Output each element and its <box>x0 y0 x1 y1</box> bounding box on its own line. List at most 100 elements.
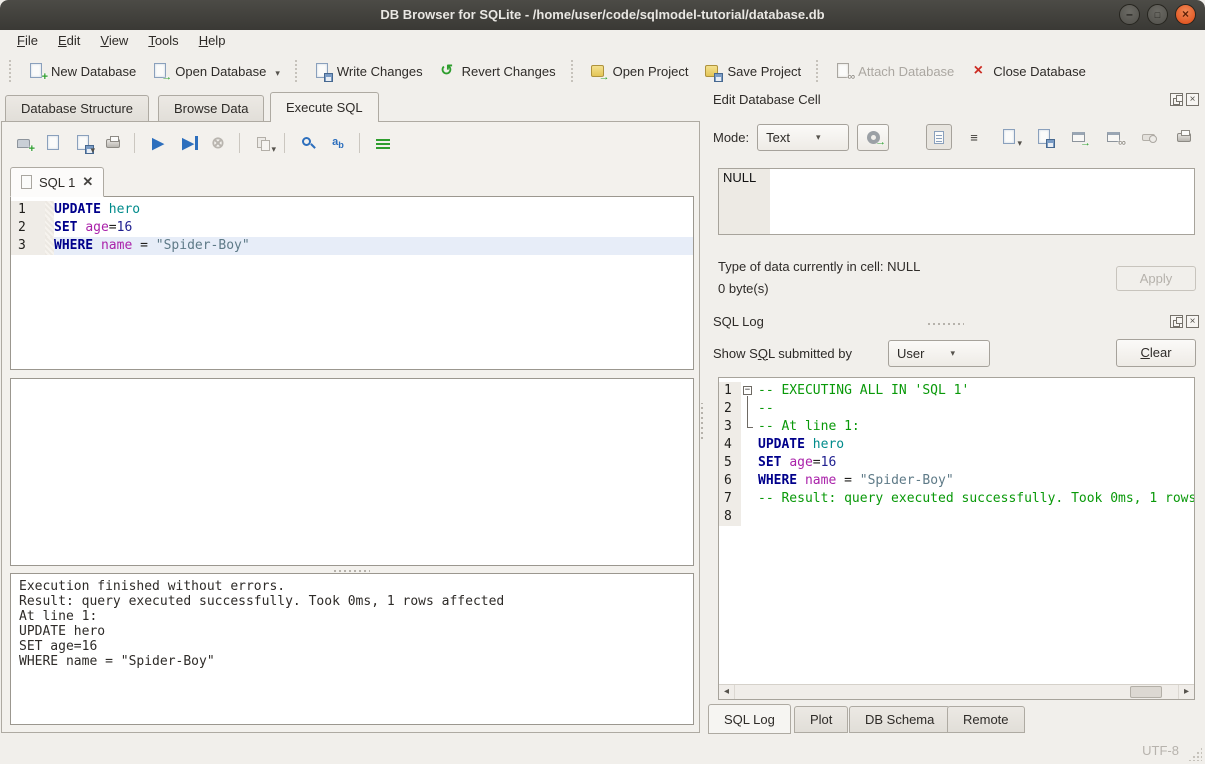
scrollbar-track[interactable] <box>735 685 1178 699</box>
mode-select[interactable]: Text ▾ <box>757 124 849 151</box>
execute-line-button[interactable]: ▶ <box>175 130 201 156</box>
results-grid[interactable] <box>10 378 694 566</box>
export-cell-button[interactable] <box>1031 124 1057 150</box>
tab-database-structure[interactable]: Database Structure <box>5 95 149 122</box>
set-null-button[interactable] <box>1136 124 1162 150</box>
sql-editor[interactable]: 1UPDATE hero2SET age=163WHERE name = "Sp… <box>10 196 694 370</box>
print-sql-button[interactable] <box>100 130 126 156</box>
scroll-left-icon[interactable]: ◂ <box>719 685 735 699</box>
sql-file-icon <box>21 175 32 189</box>
edit-cell-title: Edit Database Cell <box>713 92 1170 107</box>
set-null-icon <box>1141 129 1157 145</box>
write-changes-button[interactable]: Write Changes <box>306 58 431 84</box>
open-database-button[interactable]: → Open Database ▾ <box>144 58 288 84</box>
text-mode-button[interactable] <box>926 124 952 150</box>
fold-marker-icon[interactable] <box>741 418 758 436</box>
execute-all-button[interactable]: ▶ <box>145 130 171 156</box>
line-number: 1 <box>11 201 45 219</box>
attach-database-button[interactable]: ∞ Attach Database <box>827 58 962 84</box>
results-pane-icon <box>376 137 390 149</box>
menu-tools[interactable]: Tools <box>138 30 188 53</box>
stop-button[interactable]: ⊗ <box>205 130 231 156</box>
copy-icon <box>255 135 271 151</box>
bottom-tab-remote[interactable]: Remote <box>947 706 1025 733</box>
open-project-icon: → <box>590 63 606 79</box>
tab-execute-sql[interactable]: Execute SQL <box>270 92 379 122</box>
code-line: 4UPDATE hero <box>719 436 1194 454</box>
clear-log-button[interactable]: Clear <box>1116 339 1196 367</box>
stop-icon: ⊗ <box>211 133 224 153</box>
fold-margin <box>741 454 758 472</box>
maximize-button[interactable]: □ <box>1147 4 1168 25</box>
fold-marker-icon[interactable] <box>741 400 758 418</box>
fold-marker-icon[interactable]: − <box>741 382 758 400</box>
sql-log-dock-title: SQL Log × <box>713 314 1199 329</box>
sql-log-view[interactable]: 1−-- EXECUTING ALL IN 'SQL 1'2--3-- At l… <box>718 377 1195 700</box>
execution-message[interactable]: Execution finished without errors. Resul… <box>10 573 694 725</box>
open-project-button[interactable]: → Open Project <box>582 58 697 84</box>
cell-value-editor[interactable]: NULL <box>718 168 1195 235</box>
code-line: 3WHERE name = "Spider-Boy" <box>11 237 693 255</box>
close-button[interactable]: × <box>1175 4 1196 25</box>
print-cell-button[interactable] <box>1171 124 1197 150</box>
code-line: 2-- <box>719 400 1194 418</box>
new-database-button[interactable]: + New Database <box>20 58 144 84</box>
results-splitter-handle[interactable] <box>334 570 370 572</box>
save-sql-file-button[interactable]: ▾ <box>70 130 96 156</box>
auto-apply-button[interactable]: → <box>857 124 889 151</box>
chevron-down-icon: ▾ <box>950 348 955 359</box>
sql-1-tab[interactable]: SQL 1 ✕ <box>10 167 104 197</box>
code-line: 1UPDATE hero <box>11 201 693 219</box>
bottom-tab-sql-log[interactable]: SQL Log <box>708 704 791 734</box>
bottom-tab-plot[interactable]: Plot <box>794 706 848 733</box>
resize-grip[interactable] <box>1188 747 1202 761</box>
code-line: 1−-- EXECUTING ALL IN 'SQL 1' <box>719 382 1194 400</box>
minimize-button[interactable]: – <box>1119 4 1140 25</box>
gutter-divider <box>45 237 54 255</box>
word-wrap-button[interactable]: ≡ <box>961 124 987 150</box>
main-splitter-handle[interactable] <box>701 403 703 439</box>
float-dock-icon[interactable] <box>1170 315 1183 328</box>
open-database-caret-icon[interactable]: ▾ <box>275 68 280 79</box>
close-dock-icon[interactable]: × <box>1186 93 1199 106</box>
scrollbar-thumb[interactable] <box>1130 686 1162 698</box>
close-dock-icon[interactable]: × <box>1186 315 1199 328</box>
word-wrap-icon: ≡ <box>970 130 978 145</box>
line-number: 6 <box>719 472 741 490</box>
open-external-button[interactable]: → <box>1066 124 1092 150</box>
tab-browse-data[interactable]: Browse Data <box>158 95 264 122</box>
copy-link-button[interactable]: ∞ <box>1101 124 1127 150</box>
find-button[interactable] <box>295 130 321 156</box>
bottom-tab-db-schema[interactable]: DB Schema <box>849 706 950 733</box>
menu-file[interactable]: File <box>7 30 48 53</box>
copy-results-button[interactable]: ▾ <box>250 130 276 156</box>
text-document-icon <box>931 129 947 145</box>
menu-help[interactable]: Help <box>189 30 236 53</box>
menu-view[interactable]: View <box>90 30 138 53</box>
horizontal-scrollbar[interactable]: ◂ ▸ <box>719 684 1194 699</box>
apply-button[interactable]: Apply <box>1116 266 1196 291</box>
save-project-button[interactable]: Save Project <box>696 58 809 84</box>
toolbar-separator <box>295 60 299 82</box>
gear-arrow-icon: → <box>875 137 886 148</box>
save-project-icon <box>704 63 720 79</box>
cell-editor-area[interactable] <box>770 169 1194 234</box>
submitted-by-select[interactable]: User ▾ <box>888 340 990 367</box>
new-sql-tab-button[interactable]: + <box>10 130 36 156</box>
toggle-results-button[interactable] <box>370 130 396 156</box>
line-number: 2 <box>719 400 741 418</box>
menu-edit[interactable]: Edit <box>48 30 90 53</box>
float-dock-icon[interactable] <box>1170 93 1183 106</box>
sql-tab-close-icon[interactable]: ✕ <box>82 174 93 190</box>
import-cell-button[interactable]: ▾ <box>996 124 1022 150</box>
revert-changes-button[interactable]: ↺ Revert Changes <box>431 58 564 84</box>
format-sql-button[interactable]: ab <box>325 130 351 156</box>
close-database-button[interactable]: × Close Database <box>962 58 1094 84</box>
scroll-right-icon[interactable]: ▸ <box>1178 685 1194 699</box>
import-caret-icon: ▾ <box>1017 138 1022 149</box>
dock-splitter-handle[interactable] <box>928 323 964 325</box>
line-number: 7 <box>719 490 741 508</box>
right-pane: Edit Database Cell × Mode: Text ▾ → ≡ ▾ … <box>706 90 1205 735</box>
open-sql-file-button[interactable] <box>40 130 66 156</box>
line-number: 2 <box>11 219 45 237</box>
